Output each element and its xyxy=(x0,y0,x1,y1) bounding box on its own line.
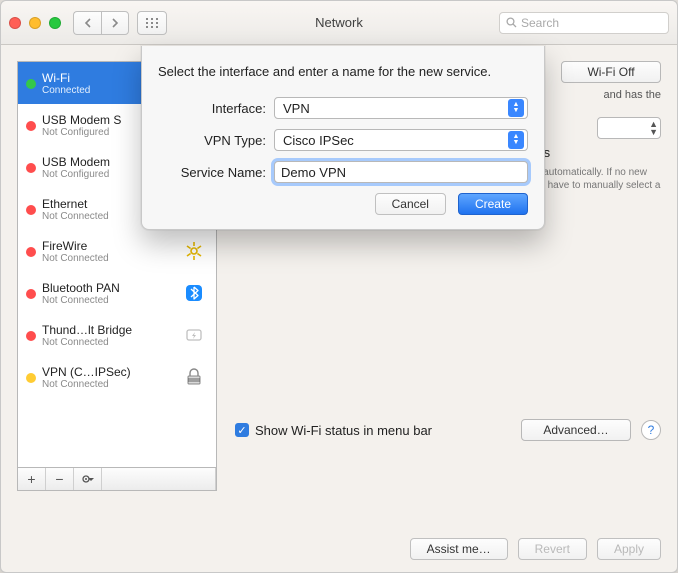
add-service-button[interactable]: + xyxy=(18,468,46,490)
titlebar: Network Search xyxy=(1,1,677,45)
search-field[interactable]: Search xyxy=(499,12,669,34)
show-wifi-menubar-label: Show Wi-Fi status in menu bar xyxy=(255,423,432,438)
new-service-sheet: Select the interface and enter a name fo… xyxy=(141,46,545,230)
back-button[interactable] xyxy=(73,11,101,35)
stepper-arrows-icon: ▲▼ xyxy=(508,131,524,149)
sidebar-item-vpn-ipsec[interactable]: VPN (C…IPSec) Not Connected xyxy=(18,356,216,398)
service-actions-button[interactable] xyxy=(74,468,102,490)
service-status: Not Connected xyxy=(42,295,174,306)
sidebar-item-bluetooth-pan[interactable]: Bluetooth PAN Not Connected xyxy=(18,272,216,314)
revert-button[interactable]: Revert xyxy=(518,538,587,560)
service-list-toolbar: + − xyxy=(17,467,217,491)
gear-icon xyxy=(80,473,96,485)
vpn-lock-icon xyxy=(180,365,208,389)
close-window-button[interactable] xyxy=(9,17,21,29)
vpntype-select[interactable]: Cisco IPSec ▲▼ xyxy=(274,129,528,151)
vpntype-value: Cisco IPSec xyxy=(283,133,354,148)
traffic-lights xyxy=(9,17,61,29)
status-dot-icon xyxy=(26,331,36,341)
servicename-input[interactable] xyxy=(274,161,528,183)
show-wifi-menubar-checkbox[interactable]: ✓ xyxy=(235,423,249,437)
sidebar-item-thunderbolt-bridge[interactable]: Thund…lt Bridge Not Connected xyxy=(18,314,216,356)
thunderbolt-icon xyxy=(180,323,208,347)
service-status: Not Connected xyxy=(42,253,174,264)
status-dot-icon xyxy=(26,289,36,299)
vpntype-label: VPN Type: xyxy=(158,133,274,148)
service-name: Bluetooth PAN xyxy=(42,281,174,295)
nav-buttons xyxy=(73,11,129,35)
interface-select[interactable]: VPN ▲▼ xyxy=(274,97,528,119)
help-button[interactable]: ? xyxy=(641,420,661,440)
status-dot-icon xyxy=(26,247,36,257)
status-dot-icon xyxy=(26,79,36,89)
show-all-button[interactable] xyxy=(137,11,167,35)
minimize-window-button[interactable] xyxy=(29,17,41,29)
sidebar-item-firewire[interactable]: FireWire Not Connected xyxy=(18,230,216,272)
toolbar-spacer xyxy=(102,468,216,490)
interface-label: Interface: xyxy=(158,101,274,116)
status-dot-icon xyxy=(26,373,36,383)
status-dot-icon xyxy=(26,121,36,131)
interface-value: VPN xyxy=(283,101,310,116)
service-name: VPN (C…IPSec) xyxy=(42,365,174,379)
advanced-button[interactable]: Advanced… xyxy=(521,419,631,441)
forward-button[interactable] xyxy=(101,11,129,35)
apply-button[interactable]: Apply xyxy=(597,538,661,560)
search-icon xyxy=(506,17,517,28)
status-dot-icon xyxy=(26,205,36,215)
bluetooth-icon xyxy=(180,281,208,305)
remove-service-button[interactable]: − xyxy=(46,468,74,490)
service-status: Not Connected xyxy=(42,379,174,390)
footer-buttons: Assist me… Revert Apply xyxy=(410,538,661,560)
create-button[interactable]: Create xyxy=(458,193,528,215)
service-name: Thund…lt Bridge xyxy=(42,323,174,337)
search-placeholder: Search xyxy=(521,16,559,30)
cancel-button[interactable]: Cancel xyxy=(375,193,446,215)
sheet-prompt: Select the interface and enter a name fo… xyxy=(158,64,528,79)
grid-icon xyxy=(145,17,159,29)
status-dot-icon xyxy=(26,163,36,173)
zoom-window-button[interactable] xyxy=(49,17,61,29)
network-name-select[interactable]: ▲▼ xyxy=(597,117,661,139)
network-prefpane-window: Network Search Wi-Fi Connected xyxy=(0,0,678,573)
assist-me-button[interactable]: Assist me… xyxy=(410,538,508,560)
service-status: Not Connected xyxy=(42,337,174,348)
turn-wifi-off-button[interactable]: Wi-Fi Off xyxy=(561,61,661,83)
service-name: FireWire xyxy=(42,239,174,253)
firewire-icon xyxy=(180,239,208,263)
stepper-arrows-icon: ▲▼ xyxy=(508,99,524,117)
servicename-label: Service Name: xyxy=(158,165,274,180)
